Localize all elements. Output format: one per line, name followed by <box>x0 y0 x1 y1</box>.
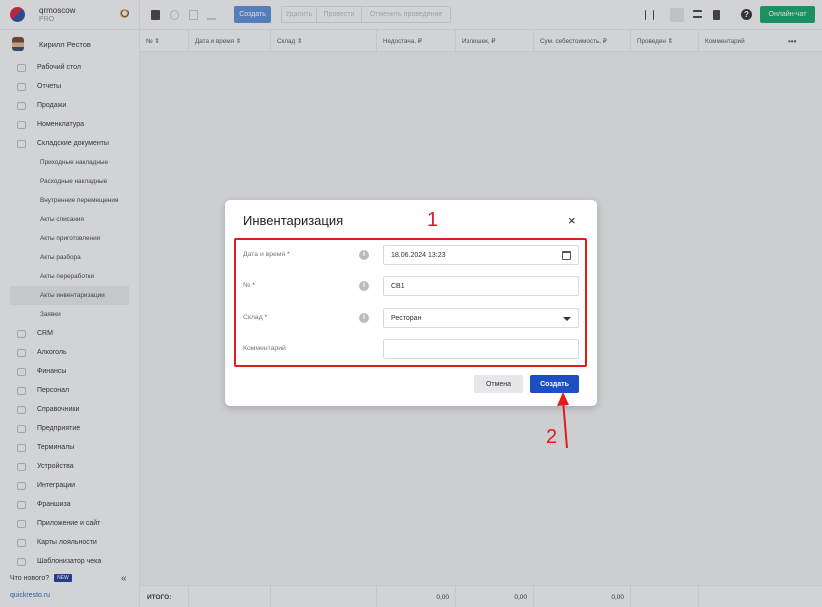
number-label: № * <box>243 282 255 289</box>
annotation-arrow-icon <box>557 392 569 449</box>
comment-label: Комментарий <box>243 345 286 352</box>
datetime-info-icon[interactable]: i <box>359 250 369 260</box>
number-field[interactable]: СВ1 <box>383 276 579 296</box>
warehouse-select[interactable]: Ресторан <box>383 308 579 328</box>
annotation-label-1: 1 <box>427 209 439 231</box>
comment-field[interactable] <box>383 339 579 359</box>
chevron-down-icon <box>563 317 571 321</box>
inventory-dialog: Инвентаризация × Дата и время * i 18.06.… <box>225 200 597 406</box>
warehouse-label: Склад * <box>243 314 268 321</box>
datetime-field[interactable]: 18.06.2024 13:23 <box>383 245 579 265</box>
number-info-icon[interactable]: i <box>359 281 369 291</box>
warehouse-info-icon[interactable]: i <box>359 313 369 323</box>
close-icon[interactable]: × <box>568 213 576 228</box>
calendar-icon[interactable] <box>562 251 571 260</box>
datetime-label: Дата и время * <box>243 251 290 258</box>
cancel-button[interactable]: Отмена <box>474 375 523 393</box>
dialog-title: Инвентаризация <box>243 213 344 228</box>
comment-input[interactable] <box>391 345 578 353</box>
